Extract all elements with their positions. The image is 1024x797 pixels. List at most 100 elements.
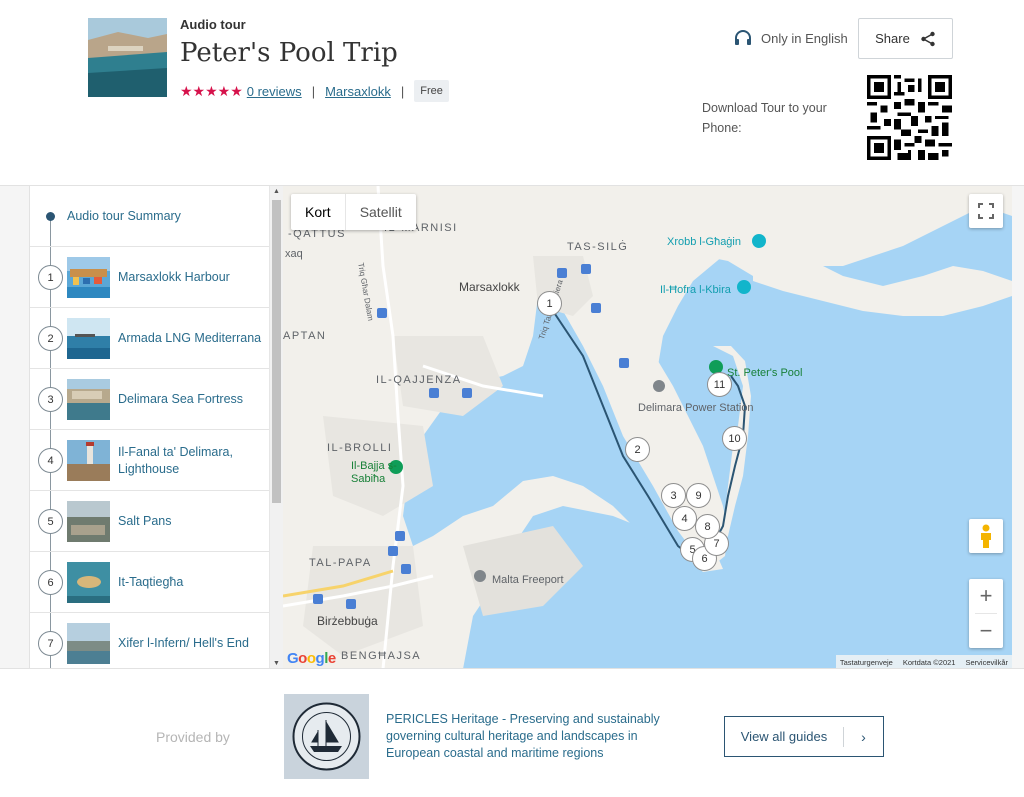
fullscreen-icon (978, 203, 994, 219)
stop-thumbnail (67, 318, 110, 359)
stop-item[interactable]: 4 Il-Fanal ta' Delimara, Lighthouse (30, 430, 269, 491)
summary-item[interactable]: Audio tour Summary (30, 186, 269, 247)
stop-thumbnail (67, 379, 110, 420)
stop-number: 1 (38, 265, 63, 290)
map-type-satellite[interactable]: Satellit (344, 194, 416, 230)
stop-item[interactable]: 3 Delimara Sea Fortress (30, 369, 269, 430)
route-marker[interactable]: 8 (695, 514, 720, 539)
stop-label: Salt Pans (118, 514, 172, 528)
stop-number: 4 (38, 448, 63, 473)
map-label-birzebbuga: Birżebbuġa (317, 614, 378, 628)
meta-separator: | (311, 83, 316, 99)
map-type-map[interactable]: Kort (291, 194, 345, 230)
zoom-control[interactable]: + − (969, 579, 1003, 648)
stop-number: 5 (38, 509, 63, 534)
poi-xrobb[interactable]: Xrobb l-Għaġin (667, 236, 741, 248)
stops-sidebar[interactable]: Audio tour Summary 1 Marsaxlokk Harbour … (29, 186, 283, 669)
share-icon (921, 31, 935, 46)
stop-number: 3 (38, 387, 63, 412)
provider-footer: Provided by PERICLES Heritage - Preservi… (0, 668, 1024, 797)
stop-item[interactable]: 6 It-Taqtiegħa (30, 552, 269, 613)
route-marker[interactable]: 1 (537, 291, 562, 316)
map-base (283, 186, 1012, 669)
stop-label: Armada LNG Mediterrana (118, 331, 262, 345)
stop-label: It-Taqtiegħa (118, 575, 184, 589)
map-label-tal-papa: TAL-PAPA (309, 557, 372, 569)
pegman-icon (981, 524, 991, 548)
stop-thumbnail (67, 440, 110, 481)
provider-description: PERICLES Heritage - Preserving and susta… (386, 712, 660, 760)
tour-meta: ★★★★★ 0 reviews | Marsaxlokk | Free (180, 80, 449, 102)
google-logo: Google (287, 650, 336, 667)
sidebar-scrollbar[interactable]: ▲ ▼ (269, 186, 283, 669)
map-label-aptan: APTAN (283, 330, 327, 342)
map-label-brolli: IL-BROLLI (327, 442, 393, 454)
route-marker[interactable]: 10 (722, 426, 747, 451)
poi-hofra[interactable]: Il-Ħofra l-Kbira (660, 284, 731, 296)
provided-by-label: Provided by (156, 729, 230, 745)
stop-thumbnail (67, 562, 110, 603)
poi-peters-pool[interactable]: St. Peter's Pool (727, 367, 802, 379)
zoom-out-button[interactable]: − (969, 614, 1003, 648)
terms-link[interactable]: Servicevilkår (965, 658, 1008, 667)
poi-bajja[interactable]: Il-Bajja s-Sabiħa (351, 460, 411, 486)
stop-item[interactable]: 2 Armada LNG Mediterrana (30, 308, 269, 369)
stop-label: Delimara Sea Fortress (118, 392, 244, 406)
qr-code[interactable] (867, 75, 952, 160)
stop-item[interactable]: 1 Marsaxlokk Harbour (30, 247, 269, 308)
share-label: Share (875, 31, 910, 46)
stop-thumbnail (67, 257, 110, 298)
chevron-right-icon: › (861, 728, 866, 745)
view-all-guides-label: View all guides (740, 729, 828, 744)
stop-number: 7 (38, 631, 63, 656)
map-label-xaq: xaq (285, 248, 303, 260)
reviews-link[interactable]: 0 reviews (247, 84, 302, 99)
poi-power-station[interactable]: Delimara Power Station (638, 402, 754, 414)
scroll-up-icon[interactable]: ▲ (273, 188, 280, 195)
stop-label: Marsaxlokk Harbour (118, 270, 230, 284)
poi-freeport[interactable]: Malta Freeport (492, 574, 564, 586)
stop-label: Xifer l-Infern/ Hell's End (118, 636, 249, 650)
tour-map[interactable]: -QATTUS xaq IL-MARNISI TAS-SILĠ Marsaxlo… (283, 186, 1012, 669)
map-data-label: Kortdata ©2021 (902, 657, 956, 667)
summary-label: Audio tour Summary (67, 209, 181, 223)
stop-number: 2 (38, 326, 63, 351)
stop-item[interactable]: 7 Xifer l-Infern/ Hell's End (30, 613, 269, 669)
zoom-in-button[interactable]: + (969, 579, 1003, 613)
stop-item[interactable]: 5 Salt Pans (30, 491, 269, 552)
stop-thumbnail (67, 501, 110, 542)
meta-separator: | (400, 83, 405, 99)
street-view-button[interactable] (969, 519, 1003, 553)
tour-type-label: Audio tour (180, 17, 246, 32)
map-attribution: Tastaturgenveje Kortdata ©2021 Servicevi… (835, 655, 1012, 669)
rating-stars: ★★★★★ (180, 82, 243, 99)
language-info: Only in English (734, 30, 848, 46)
view-all-guides-button[interactable]: View all guides › (724, 716, 884, 757)
keyboard-shortcuts-link[interactable]: Tastaturgenveje (840, 658, 893, 667)
scrollbar-thumb[interactable] (272, 200, 281, 503)
price-badge: Free (414, 80, 449, 102)
page-title: Peter's Pool Trip (180, 38, 398, 68)
fullscreen-button[interactable] (969, 194, 1003, 228)
download-text: Download Tour to your Phone: (702, 101, 827, 135)
map-label-benghajsa: BENGĦAJSA (341, 650, 422, 662)
map-label-qajjenza: IL-QAJJENZA (376, 374, 462, 386)
summary-dot (46, 212, 55, 221)
route-marker[interactable]: 3 (661, 483, 686, 508)
tour-content: Audio tour Summary 1 Marsaxlokk Harbour … (0, 185, 1024, 669)
tour-thumbnail (88, 18, 167, 97)
stop-label: Il-Fanal ta' Delimara, Lighthouse (118, 444, 233, 476)
map-label-marsaxlokk: Marsaxlokk (459, 280, 520, 294)
location-link[interactable]: Marsaxlokk (325, 84, 391, 99)
tour-header: Audio tour Peter's Pool Trip ★★★★★ 0 rev… (0, 0, 1024, 185)
map-type-control[interactable]: Kort Satellit (291, 194, 416, 230)
stop-thumbnail (67, 623, 110, 664)
share-button[interactable]: Share (858, 18, 953, 59)
provider-logo (284, 694, 369, 779)
scroll-down-icon[interactable]: ▼ (273, 660, 280, 667)
map-label-tas-silg: TAS-SILĠ (567, 241, 629, 253)
route-marker[interactable]: 2 (625, 437, 650, 462)
route-marker[interactable]: 11 (707, 372, 732, 397)
route-marker[interactable]: 4 (672, 506, 697, 531)
route-marker[interactable]: 9 (686, 483, 711, 508)
